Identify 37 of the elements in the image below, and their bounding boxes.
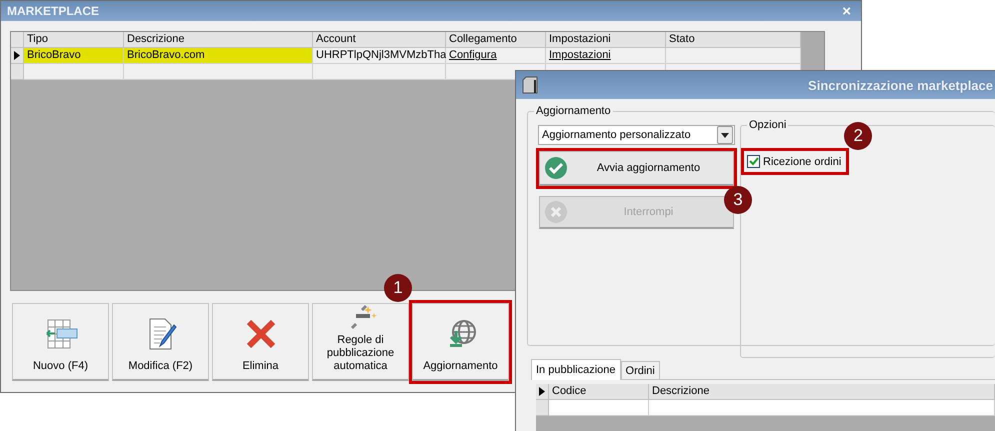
dropdown-arrow-icon (721, 132, 729, 138)
table-cell: BricoBravo.com (127, 49, 205, 61)
column-header[interactable]: Descrizione (124, 32, 313, 48)
group-title: Aggiornamento (534, 105, 613, 117)
check-icon (748, 157, 758, 166)
current-row-icon (539, 387, 545, 396)
window-icon (522, 76, 538, 94)
table-cell: BricoBravo (27, 49, 81, 61)
update-type-dropdown[interactable]: Aggiornamento personalizzato (538, 125, 735, 145)
tab[interactable]: In pubblicazione (531, 359, 621, 380)
orders-checkbox[interactable]: Ricezione ordini (744, 151, 846, 172)
toolbar-button[interactable]: Elimina (212, 303, 309, 381)
group-title: Opzioni (747, 119, 788, 131)
checkbox[interactable] (747, 155, 760, 168)
column-header[interactable]: Stato (666, 32, 801, 48)
check-circle-icon (544, 156, 568, 180)
column-header[interactable]: Account (313, 32, 446, 48)
column-header[interactable]: Tipo (24, 32, 124, 48)
column-header[interactable]: Collegamento (446, 32, 546, 48)
delete-icon (244, 318, 276, 350)
window-title: Sincronizzazione marketplace (808, 78, 993, 92)
tab[interactable]: Ordini (620, 361, 660, 379)
window-title: MARKETPLACE (7, 4, 99, 18)
toolbar-button[interactable]: Aggiornamento (412, 303, 509, 381)
column-header[interactable]: Codice (549, 384, 649, 400)
table-add-icon (44, 318, 78, 350)
table-cell: UHRPTlpQNjl3MVMzbTha (316, 49, 446, 61)
toolbar-button[interactable]: Regole di pubblicazione automatica (312, 303, 409, 381)
toolbar-button[interactable]: Modifica (F2) (112, 303, 209, 381)
column-header[interactable]: Impostazioni (546, 32, 666, 48)
action-button[interactable]: Avvia aggiornamento (539, 151, 734, 186)
cancel-circle-icon (544, 200, 568, 224)
current-row-icon (14, 51, 20, 60)
column-header[interactable]: Descrizione (649, 384, 995, 400)
step-badge: 3 (724, 186, 752, 214)
step-badge: 2 (844, 122, 872, 150)
toolbar-button[interactable]: Nuovo (F4) (12, 303, 109, 381)
